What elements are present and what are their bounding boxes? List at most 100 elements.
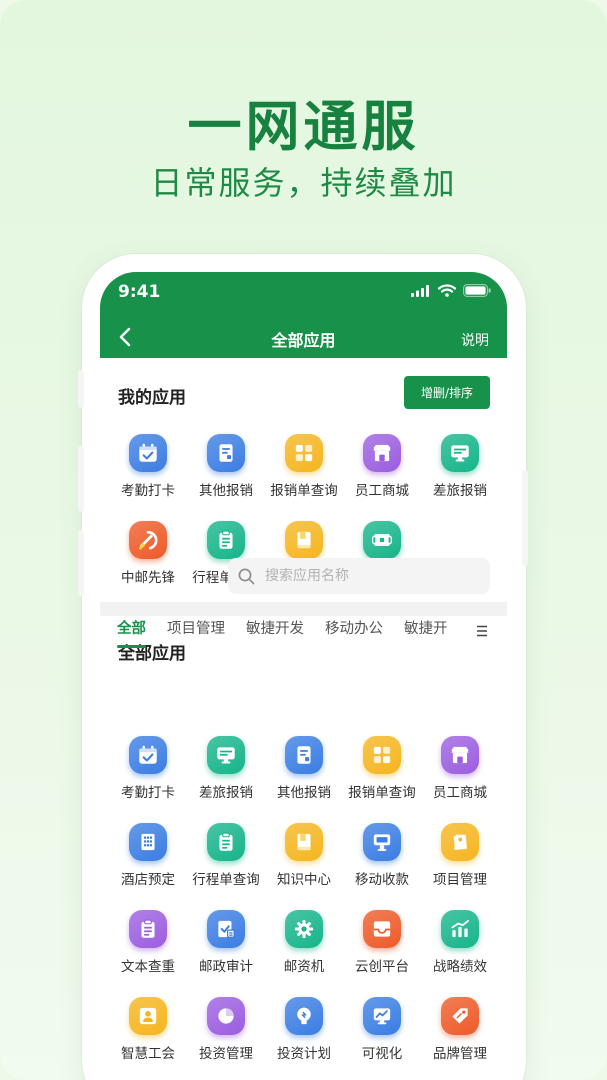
app-label: 项目管理 [433,872,487,888]
tag-icon [441,997,479,1035]
search-bar[interactable] [228,558,490,594]
category-tab[interactable]: 敏捷开发 [246,617,304,651]
app-label: 行程单查询 [192,872,260,888]
app-tile[interactable]: 酒店预定 [109,815,187,902]
phone-side-button [78,370,84,408]
blocks-icon [285,434,323,472]
app-tile[interactable]: 智慧工会 [109,989,187,1076]
book-icon [285,823,323,861]
edit-order-button[interactable]: 增删/排序 [404,376,490,409]
monitor-icon [441,434,479,472]
app-tile[interactable]: 中邮先锋 [109,513,187,600]
signal-icon [411,284,429,297]
app-tile[interactable]: 差旅报销 [187,728,265,815]
promo-page: 一网通服 日常服务，持续叠加 9:41 全部应用 说明 我的应用 增删/排序 考… [0,0,607,1080]
app-tile[interactable]: 员工商城 [343,426,421,513]
app-label: 投资管理 [199,1046,253,1062]
calendar-check-icon [129,736,167,774]
app-label: 中邮先锋 [121,570,175,586]
app-tile[interactable]: 文本查重 [109,902,187,989]
app-label: 考勤打卡 [121,483,175,499]
app-label: 差旅报销 [199,785,253,801]
app-tile[interactable]: 投资管理 [187,989,265,1076]
app-tile[interactable]: 报销单查询 [265,426,343,513]
app-tile[interactable]: 项目管理 [421,815,499,902]
app-tile[interactable]: 云创平台 [343,902,421,989]
shop-icon [441,736,479,774]
app-tile[interactable]: 投资计划 [265,989,343,1076]
category-tab[interactable]: 敏捷开 [404,617,448,651]
app-label: 知识中心 [277,872,331,888]
person-card-icon [129,997,167,1035]
app-tile[interactable]: 员工商城 [421,728,499,815]
status-time: 9:41 [118,282,161,302]
category-tab[interactable]: 移动办公 [325,617,383,651]
app-tile[interactable]: 战略绩效 [421,902,499,989]
app-tile[interactable]: 邮资机 [265,902,343,989]
phone-side-button [78,446,84,512]
audit-icon [207,910,245,948]
app-tile[interactable]: 考勤打卡 [109,426,187,513]
party-emblem-icon [129,521,167,559]
app-label: 智慧工会 [121,1046,175,1062]
app-label: 文本查重 [121,959,175,975]
search-input[interactable] [265,568,465,584]
app-tile[interactable]: 考勤打卡 [109,728,187,815]
app-bar: 9:41 全部应用 说明 [100,272,507,358]
asset-icon [363,521,401,559]
app-label: 投资计划 [277,1046,331,1062]
app-label: 员工商城 [433,785,487,801]
app-tile[interactable]: 行程单查询 [187,815,265,902]
blocks-icon [363,736,401,774]
phone-side-button [78,530,84,596]
app-label: 报销单查询 [348,785,416,801]
doc-check-icon [129,910,167,948]
app-label: 员工商城 [355,483,409,499]
app-tile[interactable]: 其他报销 [265,728,343,815]
app-label: 品牌管理 [433,1046,487,1062]
category-tab[interactable]: 全部 [117,617,146,651]
app-tile[interactable]: 移动收款 [343,815,421,902]
my-apps-title: 我的应用 [118,388,186,408]
app-tile[interactable]: 邮政审计 [187,902,265,989]
app-label: 移动收款 [355,872,409,888]
app-tile[interactable]: 报销单查询 [343,728,421,815]
app-label: 酒店预定 [121,872,175,888]
app-label: 报销单查询 [270,483,338,499]
app-label: 可视化 [361,1046,403,1062]
bulb-icon [285,997,323,1035]
app-label: 邮资机 [283,959,325,975]
category-tab[interactable]: 项目管理 [167,617,225,651]
receipt-icon [285,736,323,774]
pos-icon [363,823,401,861]
app-label: 考勤打卡 [121,785,175,801]
app-label: 云创平台 [355,959,409,975]
help-link[interactable]: 说明 [461,330,489,350]
calendar-check-icon [129,434,167,472]
app-tile[interactable]: 可视化 [343,989,421,1076]
monitor-icon [207,736,245,774]
clipboard-icon [207,521,245,559]
pie-chart-icon [207,997,245,1035]
app-tile[interactable]: 其他报销 [187,426,265,513]
bar-chart-icon [441,910,479,948]
app-tile[interactable]: 品牌管理 [421,989,499,1076]
wifi-icon [438,284,456,297]
menu-icon [477,625,487,637]
app-tile[interactable]: 差旅报销 [421,426,499,513]
search-icon [238,568,255,584]
tray-icon [363,910,401,948]
app-label: 战略绩效 [433,959,487,975]
phone-screen: 9:41 全部应用 说明 我的应用 增删/排序 考勤打卡 其他报销 报销单查询 … [100,272,507,1080]
app-label: 邮政审计 [199,959,253,975]
app-tile[interactable]: 知识中心 [265,815,343,902]
tab-menu-button[interactable] [455,617,489,645]
clipboard-icon [207,823,245,861]
building-icon [129,823,167,861]
phone-side-button [522,470,528,566]
receipt-icon [207,434,245,472]
all-apps-grid: 考勤打卡 差旅报销 其他报销 报销单查询 员工商城酒店预定 行程单查询 知识中心 移动收款 项目… [109,728,499,1076]
page-title: 全部应用 [271,331,336,350]
app-label: 差旅报销 [433,483,487,499]
status-icons [411,284,491,297]
